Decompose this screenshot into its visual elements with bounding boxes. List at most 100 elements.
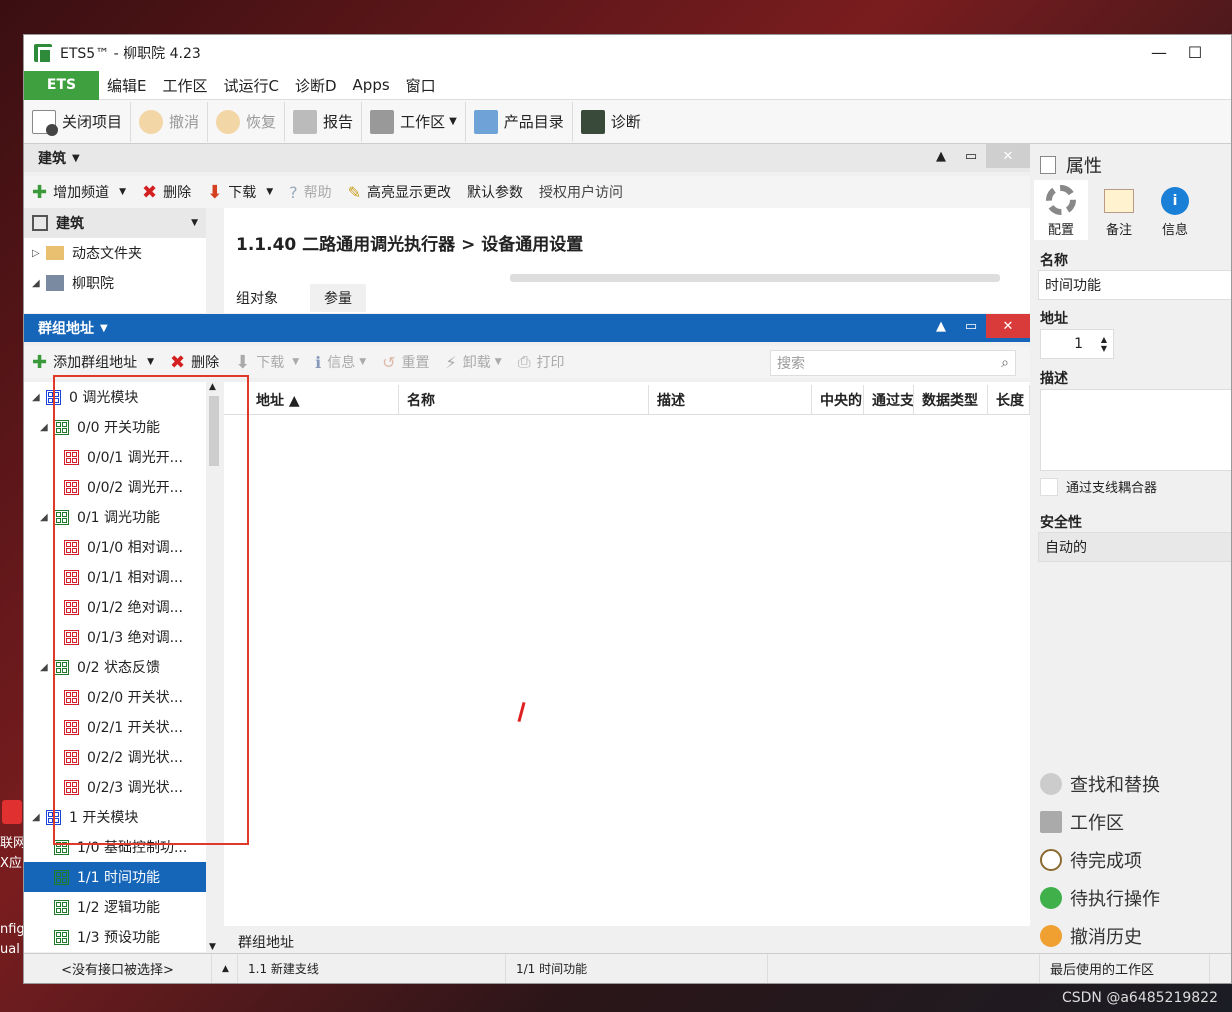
delete-button[interactable]: ✖ 删除 [134, 182, 199, 203]
tab-notes[interactable]: 备注 [1092, 180, 1146, 240]
tree-item-red[interactable]: 0/2/3 调光状... [24, 772, 206, 802]
maximize-button[interactable]: ☐ [1185, 43, 1205, 63]
tree-item-green[interactable]: 1/0 基础控制功... [24, 832, 206, 862]
tree-item-red[interactable]: 0/1/0 相对调... [24, 532, 206, 562]
tree-item-red[interactable]: 0/1/2 绝对调... [24, 592, 206, 622]
close-icon[interactable]: ✕ [986, 314, 1030, 338]
stepper-arrows-icon[interactable]: ▲ ▼ [1101, 335, 1107, 353]
param-hscroll[interactable] [510, 274, 1000, 282]
col-description[interactable]: 描述 [649, 385, 812, 414]
tree-item-red[interactable]: 0/1/3 绝对调... [24, 622, 206, 652]
group-panel-title[interactable]: 群组地址 [38, 318, 94, 338]
menu-diagnostics[interactable]: 诊断D [287, 75, 345, 96]
last-workspace-status[interactable]: 最后使用的工作区 [1040, 954, 1210, 983]
pending-ops-link[interactable]: 待执行操作 [1040, 885, 1160, 911]
tree-item-blue[interactable]: ◢ 0 调光模块 [24, 382, 206, 412]
todo-link[interactable]: 待完成项 [1040, 847, 1142, 873]
address-stepper[interactable]: 1 ▲ ▼ [1040, 329, 1114, 359]
tab-config[interactable]: 配置 [1034, 180, 1088, 240]
workspace-button[interactable]: 工作区 ▼ [362, 101, 466, 142]
report-button[interactable]: 报告 [285, 101, 363, 142]
project-item[interactable]: ◢ 柳职院 [32, 268, 114, 298]
coupler-row[interactable]: 通过支线耦合器 [1040, 477, 1157, 496]
restore-icon[interactable]: ▭ [956, 314, 986, 338]
find-replace-link[interactable]: 查找和替换 [1040, 771, 1160, 797]
tree-item-green[interactable]: ◢ 0/2 状态反馈 [24, 652, 206, 682]
tree-item-red[interactable]: 0/1/1 相对调... [24, 562, 206, 592]
close-project-button[interactable]: 关闭项目 [24, 101, 132, 142]
col-name[interactable]: 名称 [399, 385, 649, 414]
tab-info[interactable]: i 信息 [1148, 180, 1202, 240]
download-button[interactable]: ⬇ 下载 ▼ [199, 182, 281, 203]
collapse-icon[interactable]: ▲ [926, 314, 956, 338]
scroll-up-icon[interactable]: ▲ [209, 382, 216, 392]
redo-button[interactable]: 恢复 [208, 101, 286, 142]
building-tree-scrollbar[interactable] [206, 208, 222, 313]
interface-status[interactable]: <没有接口被选择> [24, 954, 212, 983]
diagnostics-button[interactable]: 诊断 [573, 102, 649, 142]
delete-button[interactable]: ✖ 删除 [162, 352, 227, 373]
scroll-down-icon[interactable]: ▼ [209, 942, 216, 952]
coupler-checkbox[interactable] [1040, 477, 1058, 496]
reset-button[interactable]: ↺ 重置 [374, 352, 437, 372]
info-button[interactable]: ℹ 信息 ▼ [307, 352, 374, 372]
col-data-type[interactable]: 数据类型 [914, 385, 988, 414]
download-button[interactable]: ⬇ 下载 ▼ [227, 352, 307, 373]
auth-access-button[interactable]: 授权用户访问 [531, 182, 631, 202]
col-length[interactable]: 长度 [988, 385, 1030, 414]
menu-window[interactable]: 窗口 [398, 75, 444, 96]
workspace-link[interactable]: 工作区 [1040, 809, 1124, 835]
collapse-icon[interactable]: ▲ [926, 144, 956, 168]
scroll-thumb[interactable] [209, 396, 219, 466]
undo-button[interactable]: 撤消 [131, 101, 209, 142]
tab-parameters[interactable]: 参量 [310, 284, 366, 312]
interface-dropdown-icon[interactable]: ▲ [212, 954, 238, 983]
col-central[interactable]: 中央的 [812, 385, 864, 414]
collapse-arrow-icon[interactable]: ◢ [32, 392, 46, 403]
default-params-button[interactable]: 默认参数 [459, 182, 531, 202]
tree-item-green[interactable]: 1/1 时间功能 [24, 862, 206, 892]
collapse-arrow-icon[interactable]: ◢ [40, 422, 54, 433]
tree-item-red[interactable]: 0/0/2 调光开... [24, 472, 206, 502]
tree-item-green[interactable]: ◢ 0/0 开关功能 [24, 412, 206, 442]
collapse-arrow-icon[interactable]: ◢ [40, 662, 54, 673]
product-catalog-button[interactable]: 产品目录 [466, 101, 573, 142]
group-tree-scrollbar[interactable]: ▲ ▼ [206, 382, 222, 952]
menu-edit[interactable]: 编辑E [99, 75, 154, 96]
add-channel-button[interactable]: ✚ 增加频道 ▼ [24, 182, 134, 203]
highlight-changes-button[interactable]: ✎ 高亮显示更改 [340, 182, 459, 202]
help-button[interactable]: ? 帮助 [281, 182, 340, 202]
building-tree-root[interactable]: 建筑 ▼ [24, 208, 206, 238]
menu-commissioning[interactable]: 试运行C [216, 75, 287, 96]
tree-item-green[interactable]: 1/3 预设功能 [24, 922, 206, 952]
close-icon[interactable]: ✕ [986, 144, 1030, 168]
restore-icon[interactable]: ▭ [956, 144, 986, 168]
col-pass-through[interactable]: 通过支 [864, 385, 914, 414]
tree-item-red[interactable]: 0/2/0 开关状... [24, 682, 206, 712]
add-group-address-button[interactable]: ✚ 添加群组地址 ▼ [24, 352, 162, 373]
tree-item-red[interactable]: 0/2/1 开关状... [24, 712, 206, 742]
tree-item-red[interactable]: 0/0/1 调光开... [24, 442, 206, 472]
print-button[interactable]: ⎙ 打印 [510, 352, 573, 372]
tab-group-objects[interactable]: 组对象 [236, 288, 278, 308]
tree-item-red[interactable]: 0/2/2 调光状... [24, 742, 206, 772]
menu-workspace[interactable]: 工作区 [154, 75, 215, 96]
menu-ets[interactable]: ETS [24, 70, 99, 100]
menu-apps[interactable]: Apps [345, 76, 398, 94]
name-field[interactable]: 时间功能 [1038, 270, 1231, 300]
security-select[interactable]: 自动的 [1038, 532, 1231, 562]
unload-button[interactable]: ⚡ 卸载 ▼ [438, 352, 510, 372]
description-field[interactable] [1040, 389, 1231, 471]
col-address[interactable]: 地址 ▲ [224, 385, 399, 414]
chevron-down-icon: ▼ [119, 187, 127, 197]
search-input[interactable]: 搜索 ⌕ [770, 350, 1016, 376]
building-panel-title[interactable]: 建筑 [38, 148, 66, 168]
collapse-arrow-icon[interactable]: ◢ [40, 512, 54, 523]
dynamic-folder-item[interactable]: ▷ 动态文件夹 [32, 238, 142, 268]
tree-item-blue[interactable]: ◢ 1 开关模块 [24, 802, 206, 832]
collapse-arrow-icon[interactable]: ◢ [32, 812, 46, 823]
tree-item-green[interactable]: 1/2 逻辑功能 [24, 892, 206, 922]
tree-item-green[interactable]: ◢ 0/1 调光功能 [24, 502, 206, 532]
undo-history-link[interactable]: 撤消历史 [1040, 923, 1142, 949]
minimize-button[interactable]: — [1149, 43, 1169, 63]
